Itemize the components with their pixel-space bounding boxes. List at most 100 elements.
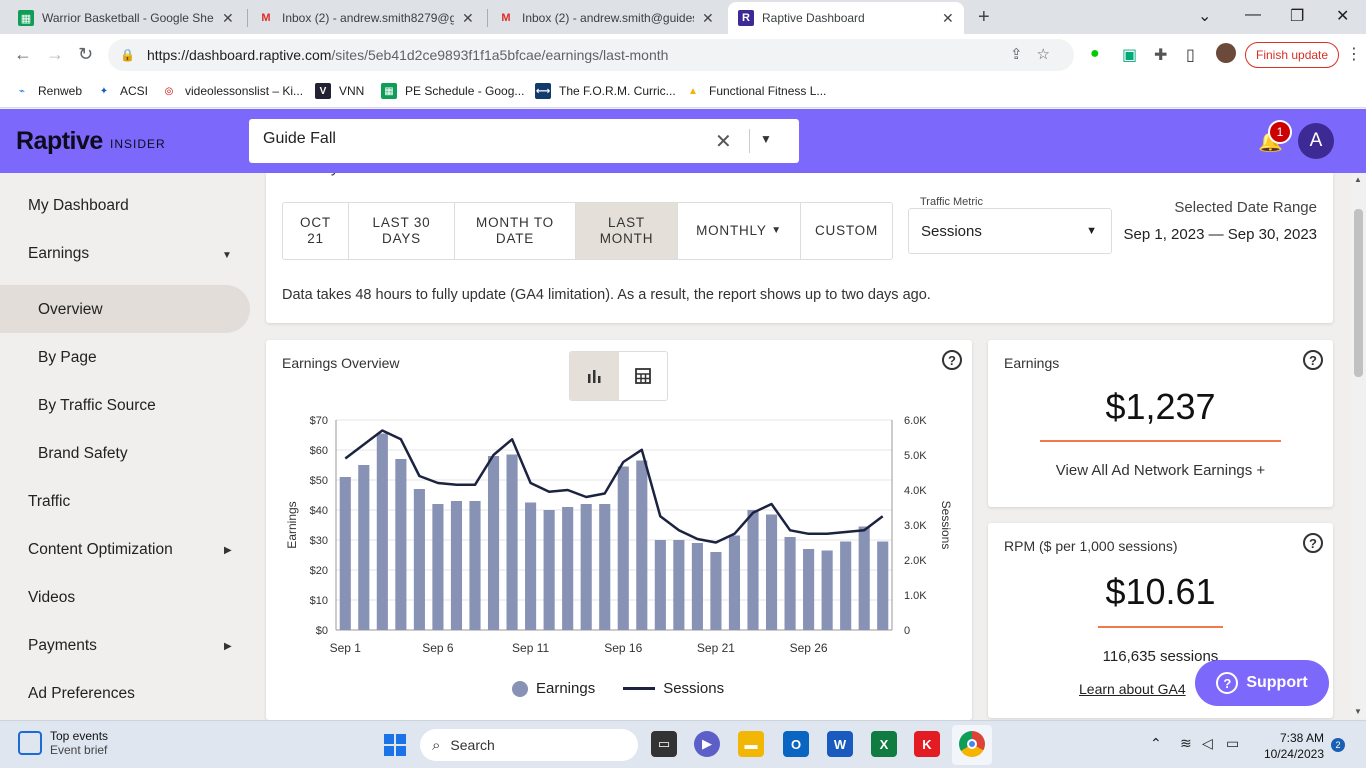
task-view-icon[interactable]: ▭ [651, 731, 677, 757]
close-window-icon[interactable]: ✕ [1336, 6, 1349, 26]
wifi-icon[interactable]: ≋ [1180, 735, 1192, 752]
sidebar-item-content-optimization[interactable]: Content Optimization ▶ [28, 541, 234, 559]
learn-about-ga4-link[interactable]: Learn about GA4 [1079, 681, 1186, 697]
earnings-bar [765, 514, 778, 630]
traffic-metric-select[interactable]: Sessions ▼ [908, 208, 1112, 254]
site-selector[interactable]: ✕ ▼ [249, 119, 799, 163]
sidebar-item-traffic[interactable]: Traffic [28, 493, 70, 511]
tab-inbox-gmail[interactable]: M Inbox (2) - andrew.smith8279@gmail.com… [248, 2, 484, 34]
windows-start-icon[interactable] [384, 734, 406, 756]
sidebar-item-my-dashboard[interactable]: My Dashboard [28, 197, 129, 215]
volume-icon[interactable]: ◁ [1202, 735, 1213, 752]
finish-update-button[interactable]: Finish update [1245, 42, 1340, 68]
earnings-bar [636, 460, 648, 630]
notification-badge[interactable]: 2 [1331, 738, 1345, 752]
data-delay-note: Data takes 48 hours to fully update (GA4… [282, 287, 931, 303]
profile-avatar-icon[interactable] [1216, 43, 1236, 63]
legend-earnings: Earnings [536, 680, 596, 697]
avatar[interactable]: A [1298, 123, 1334, 159]
raptive-logo[interactable]: Raptive [16, 127, 103, 156]
sidebar-item-earnings[interactable]: Earnings ▼ [28, 245, 234, 263]
range-oct-21[interactable]: OCT 21 [283, 203, 349, 259]
puzzle-icon[interactable]: ✚ [1154, 45, 1167, 65]
chevron-down-icon[interactable]: ▼ [760, 132, 772, 146]
battery-icon[interactable]: ▭ [1226, 735, 1239, 752]
scroll-down-icon[interactable]: ▼ [1354, 707, 1362, 716]
x-tick-label: Sep 21 [697, 641, 735, 655]
sidebar-item-brand-safety[interactable]: Brand Safety [38, 445, 128, 463]
scroll-up-icon[interactable]: ▲ [1354, 175, 1362, 184]
sidebar-item-videos[interactable]: Videos [28, 589, 75, 607]
menu-icon[interactable]: ⋮ [1346, 44, 1362, 64]
bookmark-renweb[interactable]: ⌁ Renweb [14, 83, 82, 99]
back-icon[interactable]: ← [14, 44, 32, 65]
extension-icon[interactable]: ▣ [1122, 45, 1137, 65]
extension-icon[interactable]: ● [1090, 45, 1100, 63]
sheets-icon: ▦ [381, 83, 397, 99]
bookmark-pe-schedule[interactable]: ▦ PE Schedule - Goog... [381, 83, 524, 99]
range-last-30-days[interactable]: LAST 30 DAYS [349, 203, 455, 259]
bookmark-form-curriculum[interactable]: ⟷ The F.O.R.M. Curric... [535, 83, 676, 99]
word-icon[interactable]: W [827, 731, 853, 757]
news-widget[interactable]: Top events Event brief [18, 729, 108, 757]
help-icon[interactable]: ? [942, 350, 962, 370]
scrollbar[interactable]: ▲ ▼ [1351, 173, 1366, 718]
outlook-icon[interactable]: O [783, 731, 809, 757]
close-icon[interactable]: ✕ [942, 10, 954, 27]
reload-icon[interactable]: ↻ [78, 44, 93, 65]
star-icon[interactable]: ☆ [1037, 46, 1064, 63]
y-right-tick-label: 4.0K [904, 485, 927, 497]
view-all-ad-network-earnings-link[interactable]: View All Ad Network Earnings + [988, 462, 1333, 479]
taskbar-search[interactable]: ⌕ Search [420, 729, 638, 761]
sidebar-item-overview[interactable]: Overview [38, 301, 103, 319]
caret-down-icon: ▼ [222, 250, 232, 261]
table-view-icon[interactable] [619, 352, 668, 400]
chrome-icon[interactable] [959, 731, 985, 757]
y-right-tick-label: 1.0K [904, 590, 927, 602]
tab-inbox-guidestone[interactable]: M Inbox (2) - andrew.smith@guidestone ✕ [488, 2, 724, 34]
bookmark-videolessons[interactable]: ◎ videolessonslist – Ki... [161, 83, 303, 99]
bookmark-vnn[interactable]: V VNN [315, 83, 364, 99]
tab-raptive-dashboard[interactable]: R Raptive Dashboard ✕ [728, 2, 964, 34]
sidepanel-icon[interactable]: ▯ [1186, 45, 1195, 65]
sidebar-item-by-traffic-source[interactable]: By Traffic Source [38, 397, 156, 415]
sidebar-item-ad-preferences[interactable]: Ad Preferences [28, 685, 135, 703]
excel-icon[interactable]: X [871, 731, 897, 757]
share-icon[interactable]: ⇪ [1010, 46, 1037, 63]
clear-icon[interactable]: ✕ [715, 129, 732, 154]
range-monthly[interactable]: MONTHLY ▼ [678, 203, 801, 259]
chevron-down-icon[interactable]: ⌄ [1198, 6, 1211, 26]
forward-icon[interactable]: → [46, 44, 64, 65]
y-right-axis-label: Sessions [939, 501, 953, 550]
minimize-icon[interactable]: — [1245, 6, 1261, 24]
close-icon[interactable]: ✕ [222, 10, 234, 27]
file-explorer-icon[interactable]: ▬ [738, 731, 764, 757]
tab-warrior-basketball[interactable]: ▦ Warrior Basketball - Google Sheets ✕ [8, 2, 244, 34]
range-last-month[interactable]: LAST MONTH [576, 203, 678, 259]
bookmark-functional-fitness[interactable]: ▲ Functional Fitness L... [685, 83, 826, 99]
legend-earnings-swatch [512, 680, 528, 697]
close-icon[interactable]: ✕ [462, 10, 474, 27]
new-tab-icon[interactable]: + [978, 6, 990, 29]
filter-card: Filter by OCT 21 LAST 30 DAYS MONTH TO D… [266, 173, 1333, 323]
bookmark-acsi[interactable]: ✦ ACSI [96, 83, 148, 99]
range-custom[interactable]: CUSTOM [801, 203, 892, 259]
chevron-up-icon[interactable]: ⌃ [1150, 735, 1162, 752]
clock[interactable]: 7:38 AM 10/24/2023 [1258, 730, 1324, 762]
help-icon[interactable]: ? [1303, 350, 1323, 370]
range-month-to-date[interactable]: MONTH TO DATE [455, 203, 576, 259]
scrollbar-thumb[interactable] [1354, 209, 1363, 377]
url-field[interactable]: 🔒 https://dashboard.raptive.com/sites/5e… [108, 39, 1074, 71]
x-tick-label: Sep 26 [790, 641, 828, 655]
close-icon[interactable]: ✕ [702, 10, 714, 27]
site-search-input[interactable] [263, 130, 693, 148]
chat-icon[interactable]: ▶ [694, 731, 720, 757]
kahoot-icon[interactable]: K [914, 731, 940, 757]
rpm-card-title: RPM ($ per 1,000 sessions) [1004, 538, 1178, 554]
bar-chart-icon[interactable] [570, 352, 619, 400]
sidebar-item-payments[interactable]: Payments ▶ [28, 637, 234, 655]
sidebar-item-by-page[interactable]: By Page [38, 349, 97, 367]
restore-icon[interactable]: ❐ [1290, 6, 1304, 26]
help-icon[interactable]: ? [1303, 533, 1323, 553]
support-button[interactable]: ? Support [1195, 660, 1329, 706]
